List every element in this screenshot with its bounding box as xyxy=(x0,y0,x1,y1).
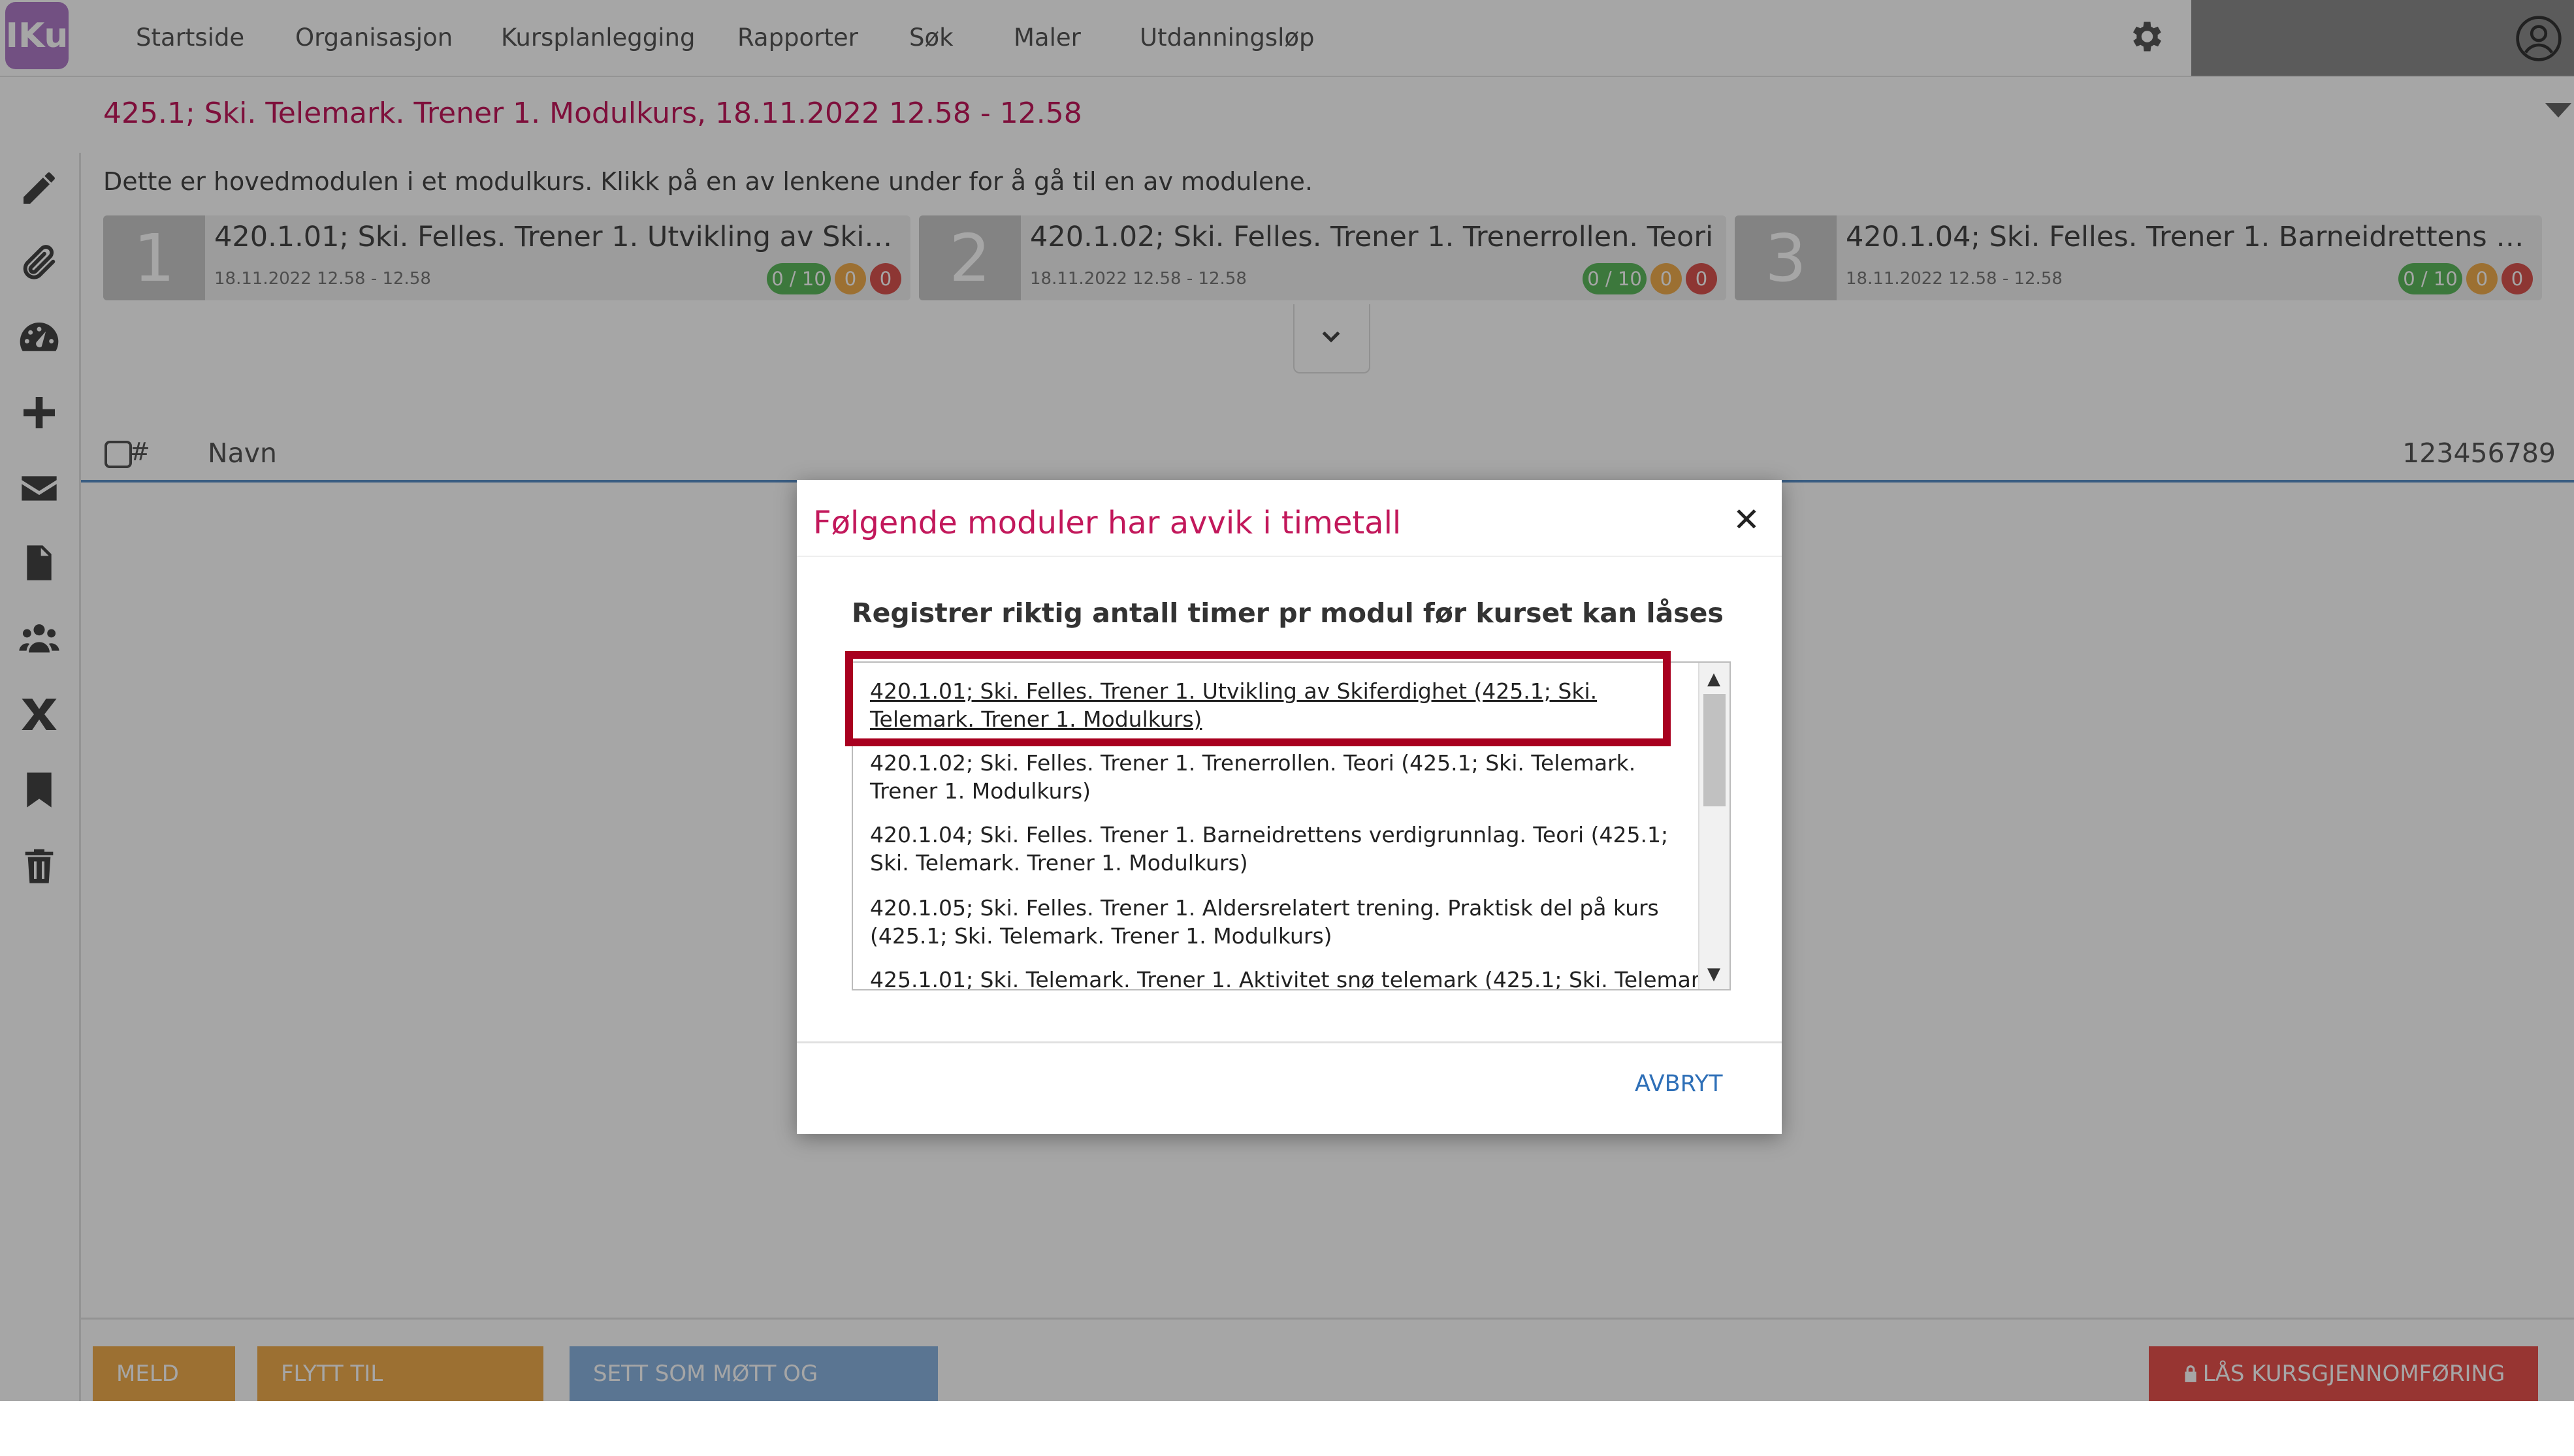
selection-highlight xyxy=(845,651,1671,746)
list-scrollbar[interactable]: ▲ ▼ xyxy=(1698,663,1729,989)
scroll-down-icon[interactable]: ▼ xyxy=(1707,964,1720,984)
divider xyxy=(797,1041,1782,1043)
list-item[interactable]: 420.1.04; Ski. Felles. Trener 1. Barneid… xyxy=(870,821,1692,877)
list-item[interactable]: 420.1.05; Ski. Felles. Trener 1. Aldersr… xyxy=(870,894,1692,950)
list-item[interactable]: 420.1.02; Ski. Felles. Trener 1. Trenerr… xyxy=(870,749,1692,805)
hours-deviation-dialog: Følgende moduler har avvik i timetall ✕ … xyxy=(797,480,1782,1134)
dialog-title: Følgende moduler har avvik i timetall xyxy=(813,505,1402,541)
list-item[interactable]: 425.1.01; Ski. Telemark. Trener 1. Aktiv… xyxy=(870,966,1719,989)
close-icon[interactable]: ✕ xyxy=(1726,499,1767,540)
dialog-instruction: Registrer riktig antall timer pr modul f… xyxy=(852,597,1724,629)
scroll-thumb[interactable] xyxy=(1703,694,1726,806)
scroll-up-icon[interactable]: ▲ xyxy=(1707,669,1720,689)
divider xyxy=(797,556,1782,557)
cancel-button[interactable]: AVBRYT xyxy=(1635,1071,1723,1097)
